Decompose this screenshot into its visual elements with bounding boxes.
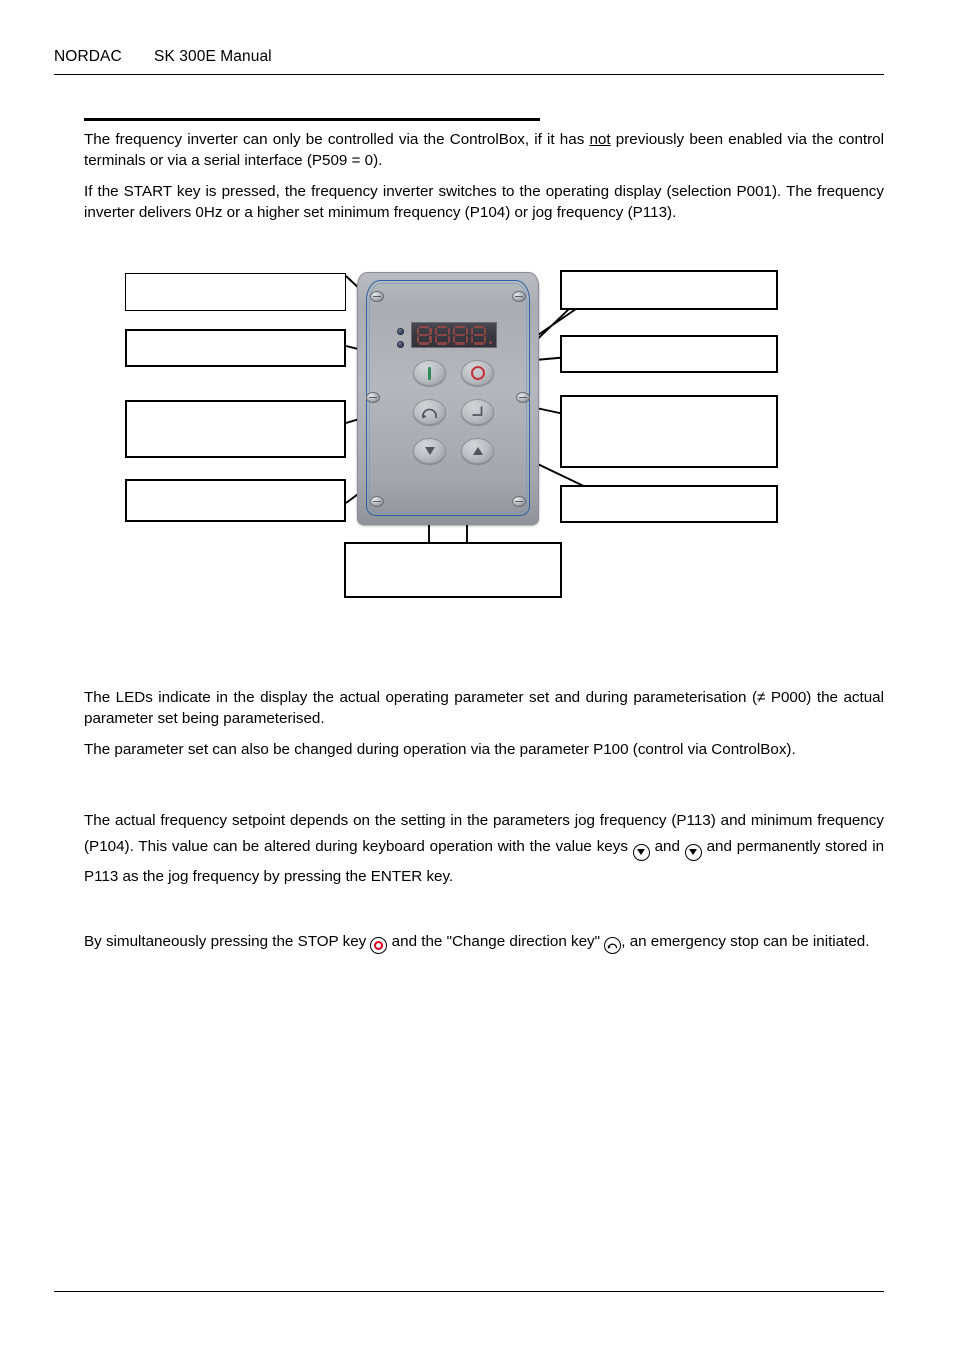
callout-left-3[interactable] [125,400,346,458]
header-divider [54,74,884,75]
intro-paragraph-1-emphasis: not [589,131,611,148]
page-header: NORDAC SK 300E Manual [54,48,884,78]
down-key[interactable] [413,438,446,464]
header-brand: NORDAC [54,48,122,65]
value-key-down-icon-1 [632,838,650,864]
stop-icon [470,366,485,380]
screw-icon-middle-right [516,392,530,403]
stop-key[interactable] [461,360,494,386]
start-key[interactable] [413,360,446,386]
enter-key[interactable] [461,399,494,425]
stop-key-icon-inline [370,934,388,957]
display-decimal-point [488,341,492,344]
leds-paragraph-1: The LEDs indicate in the display the act… [84,689,884,727]
callout-right-3[interactable] [560,395,778,468]
display-digit-1 [416,325,432,345]
controlbox-device [354,269,542,529]
controlbox-figure [0,255,954,610]
enter-icon [472,406,483,416]
emergency-part-c: , an emergency stop can be initiated. [621,933,870,950]
screw-icon-top-left [370,291,384,302]
parameter-set-led-1 [397,328,404,335]
change-direction-icon [422,408,437,419]
change-direction-key[interactable] [413,399,446,425]
intro-paragraph-2: If the START key is pressed, the frequen… [84,183,884,221]
parameter-set-led-2 [397,341,404,348]
callout-left-2[interactable] [125,329,346,367]
callout-left-1[interactable] [125,273,346,311]
arrow-up-icon [472,447,483,455]
callout-right-4[interactable] [560,485,778,523]
callout-left-4[interactable] [125,479,346,522]
screw-icon-bottom-left [370,496,384,507]
document-page: NORDAC SK 300E Manual The frequency inve… [0,0,954,1350]
emergency-part-a: By simultaneously pressing the STOP key [84,933,371,950]
display-digit-4 [471,325,487,345]
screw-icon-bottom-right [512,496,526,507]
section-heading-rule [84,118,540,121]
intro-paragraph-1: The frequency inverter can only be contr… [84,130,884,171]
start-icon [428,366,431,380]
change-direction-key-icon-inline [604,934,622,957]
emergency-stop-paragraph: By simultaneously pressing the STOP key … [84,930,884,957]
screw-icon-top-right [512,291,526,302]
setpoint-part-b: and [649,838,685,855]
device-faceplate [357,272,539,525]
header-title: SK 300E Manual [154,48,272,65]
parameter-set-leds [397,328,405,354]
footer-divider [54,1291,884,1292]
callout-bottom-1[interactable] [344,542,562,598]
intro-paragraph-1-part-a: The frequency inverter can only be contr… [84,131,590,148]
leds-paragraph-2: The parameter set can also be changed du… [84,741,796,758]
seven-segment-display [411,322,497,348]
display-digit-3 [452,325,468,345]
callout-right-2[interactable] [560,335,778,373]
callout-right-1[interactable] [560,270,778,310]
arrow-down-icon [424,447,435,455]
setpoint-paragraph: The actual frequency setpoint depends on… [84,808,884,890]
emergency-part-b: and the "Change direction key" [387,933,605,950]
value-key-down-icon-2 [684,838,702,864]
up-key[interactable] [461,438,494,464]
display-digit-2 [434,325,450,345]
screw-icon-middle-left [366,392,380,403]
